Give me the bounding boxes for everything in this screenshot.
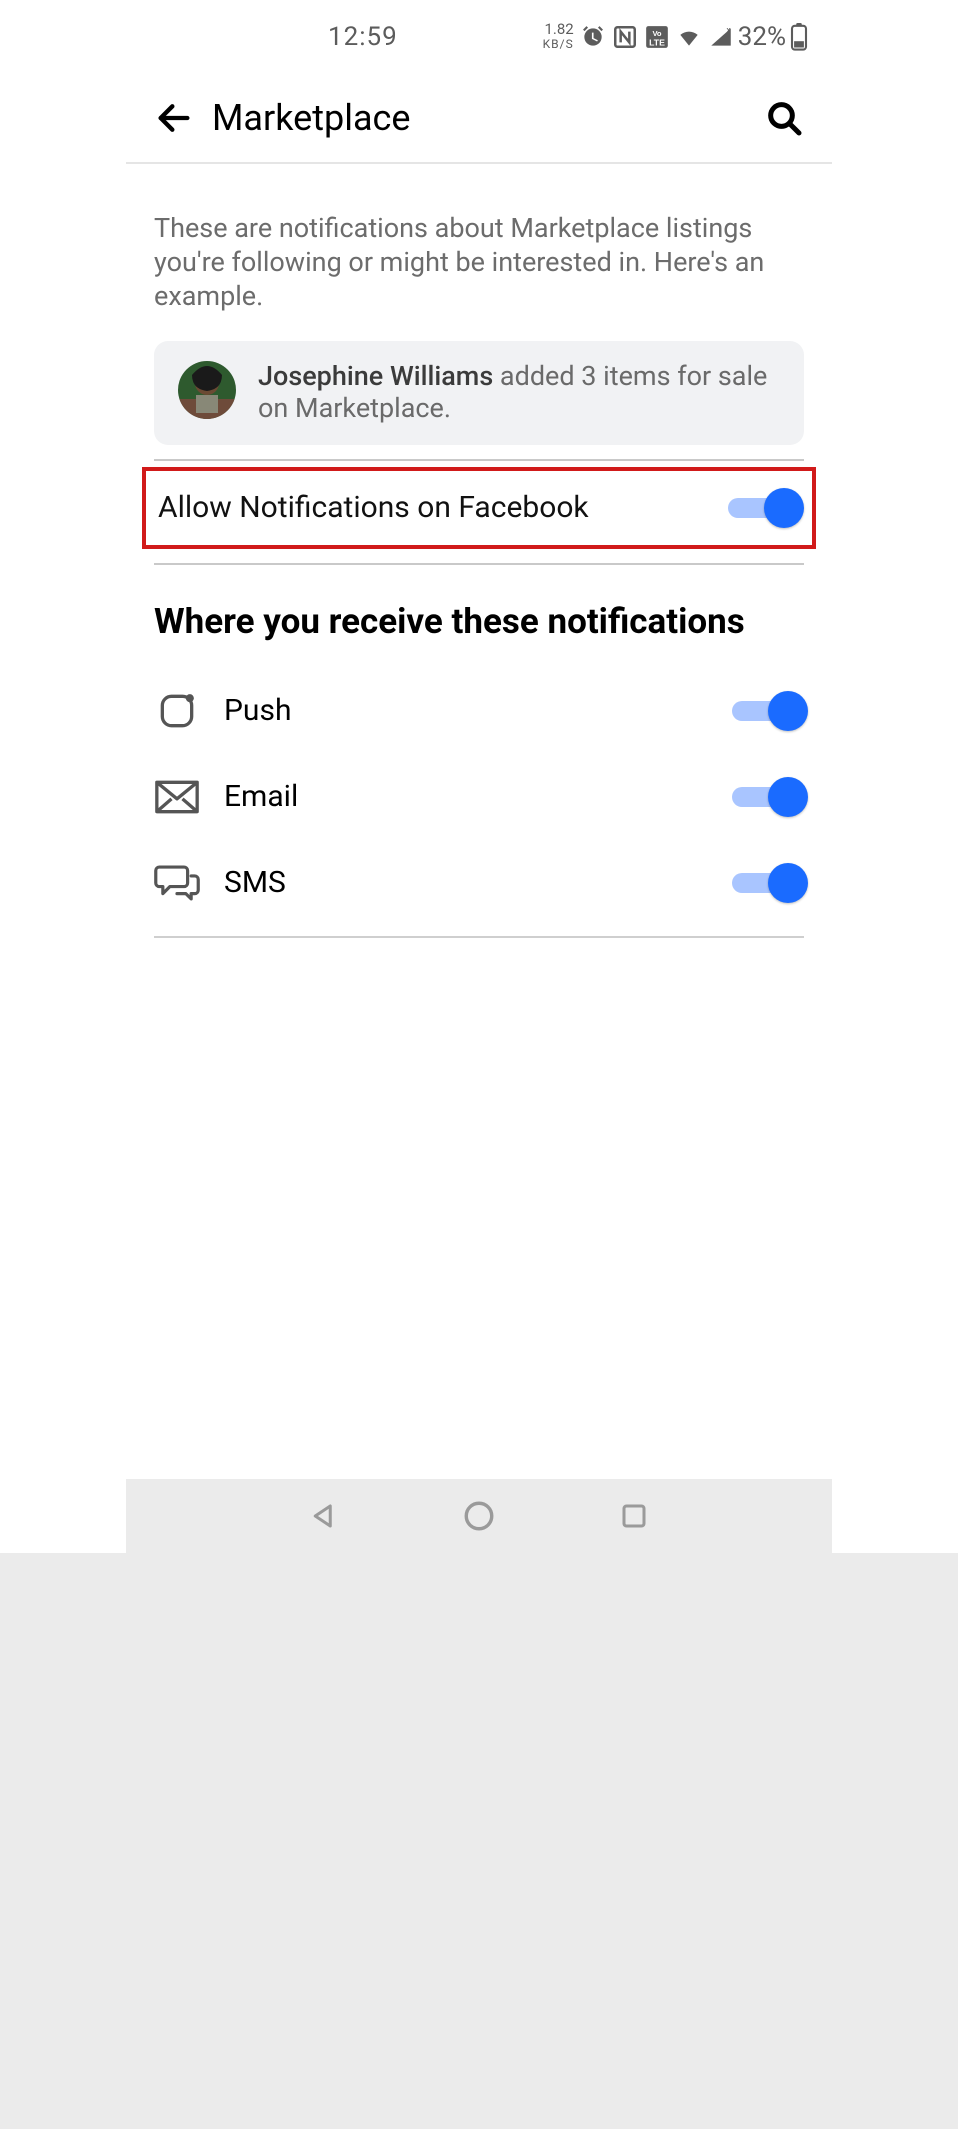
channel-email-toggle[interactable] [732,778,804,816]
channel-push-label: Push [224,693,291,728]
channel-row-push[interactable]: Push [126,668,832,754]
channel-email-label: Email [224,779,298,814]
wifi-icon [676,24,702,50]
android-status-bar: 12:59 1.82 KB/S VoLTE x 32% [126,0,832,74]
allow-notifications-toggle[interactable] [728,489,800,527]
intro-text: These are notifications about Marketplac… [126,164,832,341]
back-button[interactable] [150,94,198,142]
example-notification-text: Josephine Williams added 3 items for sal… [258,361,780,425]
status-net-speed: 1.82 KB/S [543,22,574,52]
svg-text:x: x [726,26,731,36]
search-button[interactable] [760,94,808,142]
nav-home-button[interactable] [455,1492,503,1540]
section-heading: Where you receive these notifications [154,601,804,642]
nfc-icon [612,24,638,50]
status-battery-percent: 32% [738,22,786,52]
email-icon [154,774,200,820]
svg-text:LTE: LTE [649,38,665,48]
page-title: Marketplace [212,97,410,139]
example-notification-card: Josephine Williams added 3 items for sal… [154,341,804,445]
svg-text:Vo: Vo [652,29,661,38]
avatar [178,361,236,419]
battery-icon [790,23,808,51]
allow-notifications-highlight: Allow Notifications on Facebook [142,467,816,549]
sms-icon [154,860,200,906]
channel-row-sms[interactable]: SMS [126,840,832,926]
example-user-name: Josephine Williams [258,360,493,392]
alarm-icon [580,24,606,50]
cellular-signal-icon: x [708,24,734,50]
nav-recents-button[interactable] [610,1492,658,1540]
android-navigation-bar [126,1479,832,1553]
volte-icon: VoLTE [644,24,670,50]
channel-push-toggle[interactable] [732,692,804,730]
status-time: 12:59 [328,22,398,52]
channel-sms-toggle[interactable] [732,864,804,902]
app-header: Marketplace [126,74,832,164]
nav-back-button[interactable] [300,1492,348,1540]
push-icon [154,688,200,734]
channel-sms-label: SMS [224,865,286,900]
channel-row-email[interactable]: Email [126,754,832,840]
allow-notifications-row[interactable]: Allow Notifications on Facebook [158,489,800,527]
allow-notifications-label: Allow Notifications on Facebook [158,490,589,525]
